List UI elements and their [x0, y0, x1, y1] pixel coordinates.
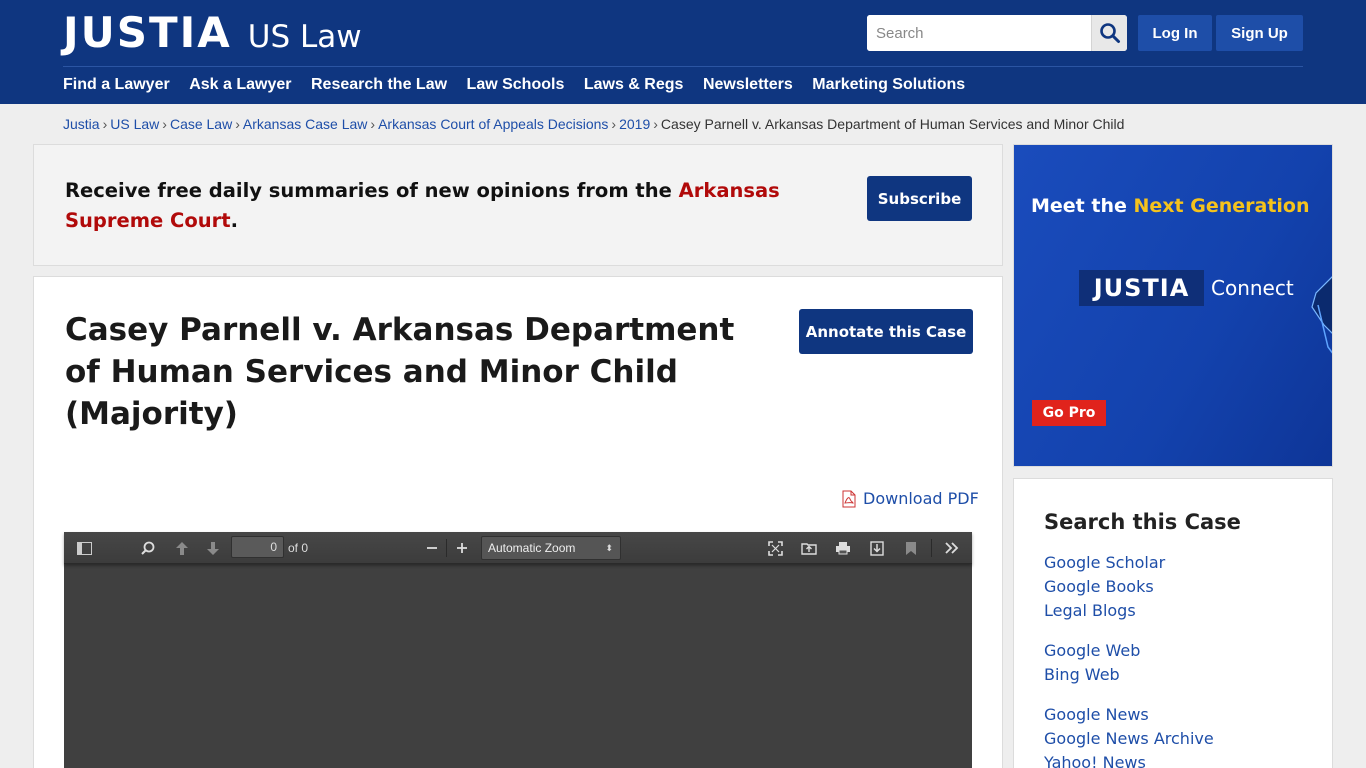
search-this-case-panel: Search this Case Google Scholar Google B…: [1013, 478, 1333, 768]
search-input[interactable]: [867, 15, 1091, 51]
zoom-in-icon[interactable]: [454, 540, 470, 556]
select-arrows-icon: ⬍: [605, 543, 613, 553]
previous-page-icon[interactable]: [174, 540, 190, 556]
download-pdf-link[interactable]: Download PDF: [841, 489, 979, 508]
sidebar-toggle-icon[interactable]: [76, 540, 92, 556]
subscribe-text: Receive free daily summaries of new opin…: [65, 179, 679, 202]
breadcrumb: Justia › US Law › Case Law › Arkansas Case Law…: [63, 116, 1124, 132]
newsletter-subscribe-box: Receive free daily summaries of new opin…: [33, 144, 1003, 266]
zoom-value: Automatic Zoom: [488, 541, 576, 555]
hand-illustration: [1311, 276, 1332, 354]
ad-logo-suffix: Connect: [1211, 276, 1294, 300]
breadcrumb-separator: ›: [162, 116, 167, 132]
page-title: Casey Parnell v. Arkansas Department of …: [65, 312, 735, 432]
find-icon[interactable]: [140, 540, 156, 556]
nav-laws-and-regs[interactable]: Laws & Regs: [584, 75, 684, 95]
pdf-toolbar: 0 of 0 Automatic Zoom ⬍: [64, 532, 972, 564]
nav-find-a-lawyer[interactable]: Find a Lawyer: [63, 75, 170, 95]
nav-newsletters[interactable]: Newsletters: [703, 75, 793, 95]
annotate-case-button[interactable]: Annotate this Case: [799, 309, 973, 354]
search-link-bing-web[interactable]: Bing Web: [1044, 663, 1214, 687]
pdf-icon: [842, 490, 856, 507]
justia-connect-ad[interactable]: Meet the Next Generation JUSTIA Connect …: [1013, 144, 1333, 467]
subscribe-message: Receive free daily summaries of new opin…: [65, 176, 835, 236]
print-icon[interactable]: [835, 540, 851, 556]
go-pro-button[interactable]: Go Pro: [1032, 400, 1106, 426]
search-link-google-scholar[interactable]: Google Scholar: [1044, 551, 1214, 575]
page-number-input[interactable]: 0: [231, 536, 284, 558]
nav-research-the-law[interactable]: Research the Law: [311, 75, 447, 95]
toolbar-separator: [931, 539, 932, 557]
breadcrumb-link[interactable]: Justia: [63, 116, 100, 132]
search-links: Google Scholar Google Books Legal Blogs …: [1044, 551, 1214, 768]
search-link-google-news[interactable]: Google News: [1044, 703, 1214, 727]
site-header: JUSTIA US Law Log In Sign Up Find a Lawy…: [0, 0, 1366, 104]
logo-wordmark: JUSTIA: [63, 8, 232, 57]
search-icon: [1099, 23, 1120, 43]
search-this-case-title: Search this Case: [1044, 510, 1241, 534]
download-pdf-label: Download PDF: [863, 489, 979, 508]
open-file-icon[interactable]: [801, 540, 817, 556]
page-count: of 0: [288, 541, 309, 555]
presentation-mode-icon[interactable]: [767, 540, 783, 556]
breadcrumb-link[interactable]: 2019: [619, 116, 650, 132]
login-button[interactable]: Log In: [1138, 15, 1212, 51]
site-search: [867, 15, 1127, 51]
search-link-yahoo-news[interactable]: Yahoo! News: [1044, 751, 1214, 768]
breadcrumb-link[interactable]: Arkansas Court of Appeals Decisions: [378, 116, 608, 132]
breadcrumb-link[interactable]: Arkansas Case Law: [243, 116, 368, 132]
breadcrumb-separator: ›: [235, 116, 240, 132]
toolbar-separator: [446, 539, 447, 557]
zoom-out-icon[interactable]: [424, 540, 440, 556]
search-group-web: Google Web Bing Web: [1044, 639, 1214, 687]
header-divider: [63, 66, 1303, 67]
breadcrumb-separator: ›: [611, 116, 617, 132]
next-page-icon[interactable]: [205, 540, 221, 556]
breadcrumb-link[interactable]: US Law: [110, 116, 159, 132]
breadcrumb-separator: ›: [653, 116, 658, 132]
nav-law-schools[interactable]: Law Schools: [467, 75, 565, 95]
bookmark-icon[interactable]: [903, 540, 919, 556]
breadcrumb-current: Casey Parnell v. Arkansas Department of …: [660, 116, 1125, 132]
search-link-google-books[interactable]: Google Books: [1044, 575, 1214, 599]
breadcrumb-separator: ›: [102, 116, 108, 132]
ad-headline-highlight: Next Generation: [1133, 195, 1310, 217]
breadcrumb-separator: ›: [370, 116, 376, 132]
justia-logo[interactable]: JUSTIA US Law: [63, 10, 362, 56]
search-button[interactable]: [1091, 15, 1127, 51]
subscribe-text-end: .: [230, 209, 239, 232]
breadcrumb-link[interactable]: Case Law: [170, 116, 232, 132]
ad-logo: JUSTIA: [1079, 270, 1204, 306]
download-icon[interactable]: [869, 540, 885, 556]
pdf-viewer[interactable]: 0 of 0 Automatic Zoom ⬍: [64, 532, 972, 768]
ad-headline-text: Meet the: [1031, 195, 1134, 217]
search-group-scholarly: Google Scholar Google Books Legal Blogs: [1044, 551, 1214, 623]
search-link-google-web[interactable]: Google Web: [1044, 639, 1214, 663]
main-nav: Find a Lawyer Ask a Lawyer Research the …: [63, 75, 985, 95]
case-card: Casey Parnell v. Arkansas Department of …: [33, 276, 1003, 768]
ad-headline: Meet the Next Generation: [1031, 195, 1310, 217]
nav-ask-a-lawyer[interactable]: Ask a Lawyer: [189, 75, 291, 95]
nav-marketing-solutions[interactable]: Marketing Solutions: [812, 75, 965, 95]
tools-menu-icon[interactable]: [944, 540, 960, 556]
signup-button[interactable]: Sign Up: [1216, 15, 1303, 51]
search-group-news: Google News Google News Archive Yahoo! N…: [1044, 703, 1214, 768]
search-link-legal-blogs[interactable]: Legal Blogs: [1044, 599, 1214, 623]
logo-section-label: US Law: [247, 19, 362, 55]
subscribe-button[interactable]: Subscribe: [867, 176, 972, 221]
search-link-google-news-archive[interactable]: Google News Archive: [1044, 727, 1214, 751]
zoom-select[interactable]: Automatic Zoom ⬍: [481, 536, 621, 560]
